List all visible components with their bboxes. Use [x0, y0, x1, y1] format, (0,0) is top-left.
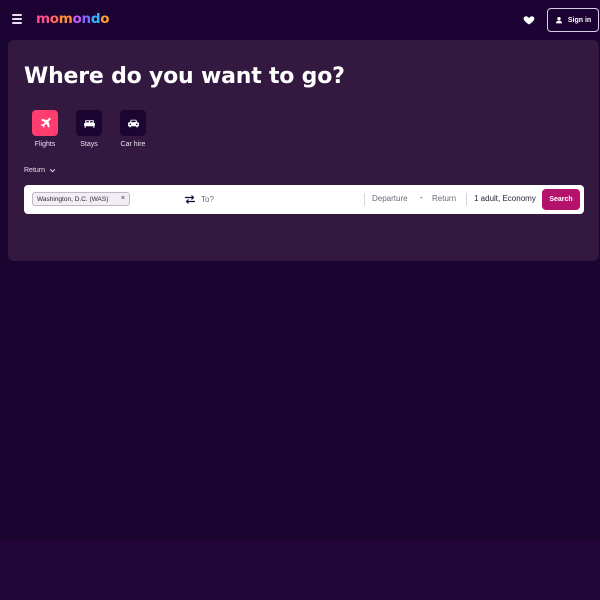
sign-in-button[interactable]: Sign in	[547, 8, 599, 32]
page-title: Where do you want to go?	[24, 64, 345, 89]
menu-icon[interactable]	[12, 14, 22, 24]
tab-stays-label: Stays	[80, 141, 98, 148]
top-bar: momondo Sign in	[0, 0, 600, 40]
plane-icon	[40, 117, 51, 128]
tab-car-hire-label: Car hire	[120, 141, 146, 148]
divider	[466, 193, 467, 206]
origin-label: Washington, D.C. (WAS)	[37, 195, 109, 203]
departure-date-field[interactable]: Departure	[372, 194, 408, 203]
destination-input[interactable]	[201, 192, 351, 207]
chevron-down-icon	[49, 169, 56, 173]
car-icon	[127, 119, 139, 127]
footer-band	[0, 540, 600, 600]
user-icon	[555, 17, 562, 24]
return-date-field[interactable]: Return	[432, 194, 456, 203]
stays-tile	[76, 110, 102, 136]
remove-origin-icon[interactable]: ×	[121, 195, 125, 202]
momondo-logo[interactable]: momondo	[36, 11, 110, 27]
tab-flights-label: Flights	[34, 141, 56, 148]
tab-flights[interactable]: Flights	[25, 110, 65, 148]
divider	[364, 193, 365, 206]
flights-tile	[32, 110, 58, 136]
date-separator: -	[420, 193, 423, 202]
trip-type-dropdown[interactable]: Return	[24, 167, 56, 174]
sign-in-label: Sign in	[567, 16, 592, 24]
bed-icon	[83, 119, 95, 128]
travellers-cabin-selector[interactable]: 1 adult, Economy	[474, 194, 536, 203]
origin-chip[interactable]: Washington, D.C. (WAS) ×	[32, 192, 130, 206]
tab-car-hire[interactable]: Car hire	[113, 110, 153, 148]
hero-search-panel: Where do you want to go? Flights Stays C…	[8, 40, 599, 261]
swap-icon[interactable]	[184, 194, 196, 205]
search-button[interactable]: Search	[542, 189, 580, 210]
car-hire-tile	[120, 110, 146, 136]
heart-icon[interactable]	[523, 14, 535, 26]
trip-type-label: Return	[24, 167, 46, 174]
flight-search-bar: Washington, D.C. (WAS) × Departure - Ret…	[24, 185, 584, 214]
tab-stays[interactable]: Stays	[69, 110, 109, 148]
